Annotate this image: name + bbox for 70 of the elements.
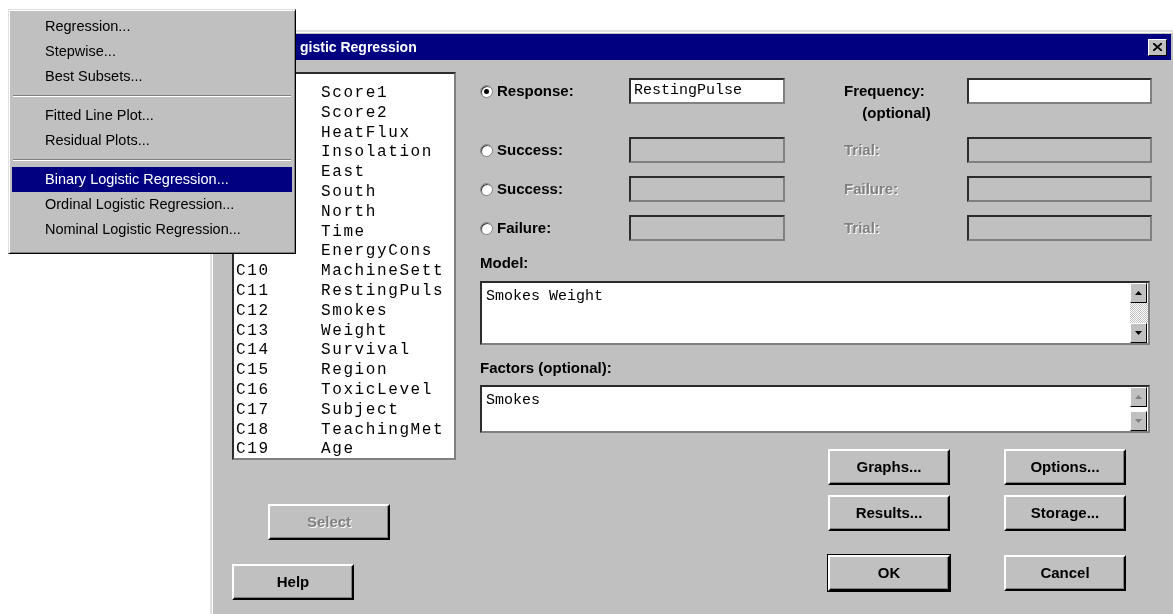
variable-name[interactable]: RestingPuls [321, 281, 445, 302]
window-title: gistic Regression [300, 37, 417, 57]
column-id: C18 [235, 420, 271, 441]
text-value: Smokes [485, 391, 541, 411]
radio-label: Response: [497, 80, 574, 101]
scroll-up-button[interactable] [1130, 387, 1147, 407]
input-field[interactable] [967, 78, 1152, 104]
column-id: C15 [235, 361, 271, 381]
text-area[interactable]: Smokes Weight [480, 280, 1150, 345]
input-field[interactable] [967, 176, 1152, 202]
radio-label: Failure: [497, 217, 552, 238]
column-id: C17 [235, 400, 271, 421]
variable-name[interactable]: Subject [321, 400, 400, 421]
variable-name[interactable]: Region [321, 361, 389, 381]
close-icon [1153, 43, 1162, 51]
up-arrow-icon [1135, 395, 1142, 399]
variable-name[interactable]: Smokes [321, 301, 389, 322]
scroll-down-button[interactable] [1130, 411, 1147, 431]
radio-label: Success: [497, 178, 563, 199]
up-arrow-icon [1135, 290, 1142, 295]
text-area[interactable]: Smokes [480, 385, 1150, 433]
field-note: (optional) [861, 103, 932, 123]
menu-item[interactable]: Stepwise... [12, 39, 292, 64]
variable-name[interactable]: South [321, 183, 377, 203]
help-button[interactable]: Help [232, 564, 354, 600]
dialog-button[interactable]: Storage... [1004, 495, 1126, 531]
menu-item[interactable]: Binary Logistic Regression... [12, 167, 292, 192]
input-field[interactable]: RestingPulse [629, 78, 785, 104]
text-value: Smokes Weight [485, 286, 605, 307]
section-label: Factors (optional): [480, 357, 613, 378]
column-id: C11 [235, 281, 271, 302]
variable-name[interactable]: Time [321, 222, 366, 243]
column-id: C12 [235, 301, 271, 322]
variable-name[interactable]: Age [321, 440, 355, 458]
variable-name[interactable]: TeachingMet [321, 420, 445, 441]
dialog-button[interactable]: Results... [828, 495, 950, 531]
variable-name[interactable]: Score1 [321, 84, 389, 104]
scroll-up-button[interactable] [1130, 282, 1147, 303]
input-field[interactable] [967, 215, 1152, 241]
variable-name[interactable]: HeatFlux [321, 123, 411, 144]
variable-name[interactable]: Survival [321, 341, 411, 362]
field-label: Frequency: [844, 82, 925, 99]
variable-name[interactable]: North [321, 202, 377, 223]
dialog-button[interactable]: Graphs... [828, 449, 950, 485]
column-id: C19 [235, 440, 271, 458]
column-id: C13 [235, 321, 271, 342]
radio-label: Success: [497, 139, 563, 160]
menu-item[interactable]: Regression... [12, 14, 292, 39]
radio-button[interactable] [480, 84, 493, 98]
column-id: C14 [235, 341, 271, 362]
variable-name[interactable]: MachineSett [321, 262, 445, 282]
variable-name[interactable]: East [321, 163, 366, 183]
variable-name[interactable]: Weight [321, 321, 389, 342]
field-label: Trial: [844, 219, 880, 236]
column-id: C10 [235, 262, 271, 282]
variable-name[interactable]: ToxicLevel [321, 380, 433, 401]
input-field[interactable] [967, 137, 1152, 163]
down-arrow-icon [1135, 419, 1142, 423]
down-arrow-icon [1135, 330, 1142, 335]
column-id: C16 [235, 380, 271, 401]
dialog-button[interactable]: Options... [1004, 449, 1126, 485]
variable-name[interactable]: Score2 [321, 103, 389, 124]
dialog-button[interactable]: Cancel [1004, 555, 1126, 591]
section-label: Model: [480, 253, 530, 273]
variable-name[interactable]: Insolation [321, 143, 433, 164]
field-label: Failure: [844, 180, 899, 197]
dialog-button[interactable]: OK [828, 555, 950, 591]
close-button[interactable] [1148, 38, 1167, 56]
field-label: Trial: [844, 141, 880, 158]
variable-name[interactable]: EnergyCons [321, 242, 433, 263]
